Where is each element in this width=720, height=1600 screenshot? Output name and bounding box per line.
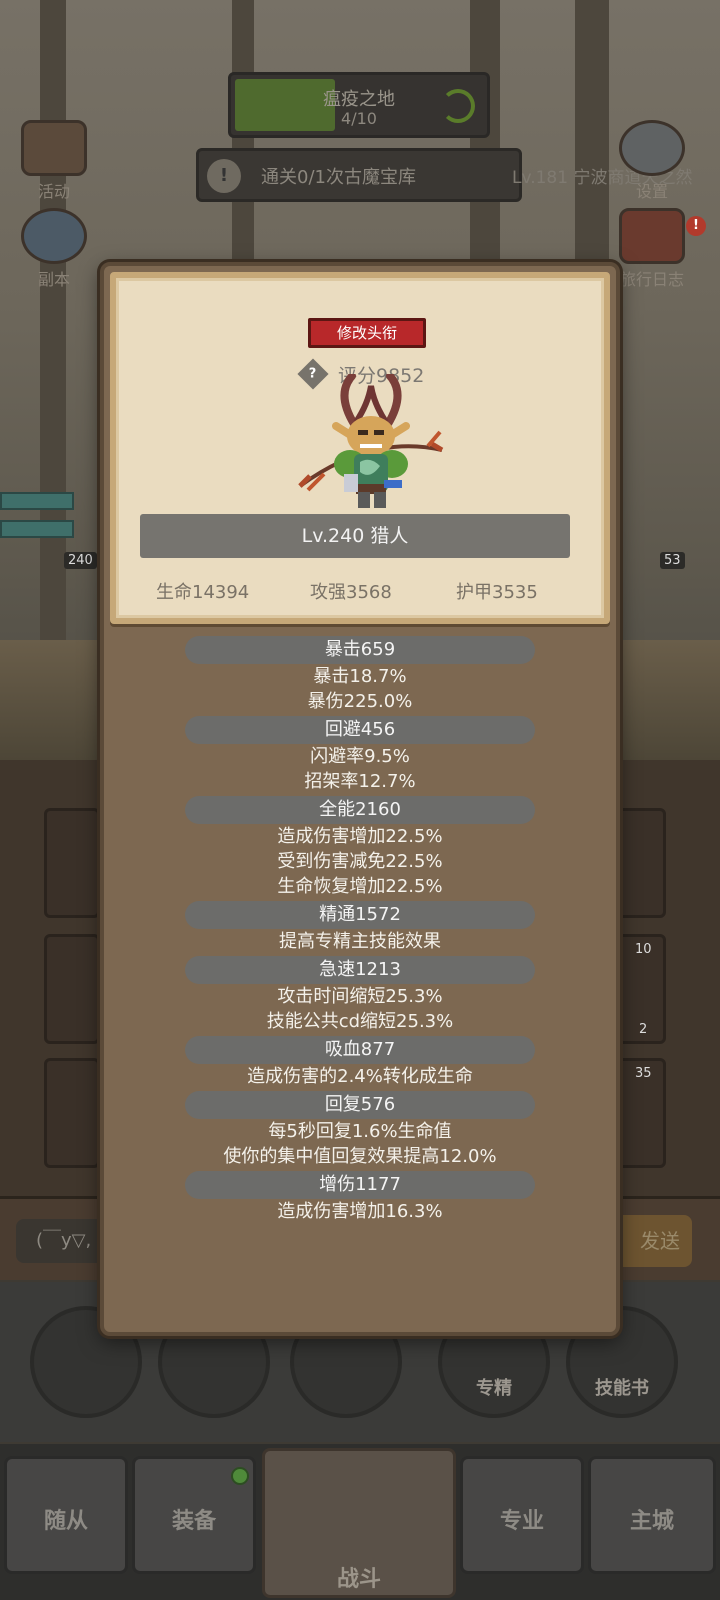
character-card: 修改头衔 ? 评分9852 Lv.240 猎人 生命14394 攻强3568 护… [110,272,610,624]
stat-group: 回避456 闪避率9.5% 招架率12.7% [104,716,616,794]
tab-profession-label: 专业 [499,1509,544,1534]
stat-group: 增伤1177 造成伤害增加16.3% [104,1171,616,1224]
dungeon-button[interactable]: 副本 [14,208,94,290]
stat-header: 增伤1177 [185,1171,535,1199]
stage-indicator[interactable]: 瘟疫之地 4/10 [228,72,490,138]
scroll-icon [21,120,87,176]
card-slot[interactable] [44,934,100,1044]
tab-follower-label: 随从 [43,1509,88,1534]
tab-city-label: 主城 [629,1509,674,1534]
stat-detail: 使你的集中值回复效果提高12.0% [223,1146,497,1167]
stat-group: 暴击659 暴击18.7% 暴伤225.0% [104,636,616,714]
ally-hp-bar [0,520,74,538]
enemy-level: 53 [660,552,685,569]
refresh-icon[interactable] [441,89,475,123]
settings-label: 设置 [635,182,668,201]
settings-button[interactable]: 设置 [612,120,692,202]
stat-detail: 招架率12.7% [304,771,416,792]
hunter-avatar [298,374,444,508]
quest-text: 通关0/1次古魔宝库 [261,167,416,188]
hp-stat: 生命14394 [156,582,250,603]
tab-follower[interactable]: 随从 [4,1456,128,1574]
stat-header: 回避456 [185,716,535,744]
specialization-label: 专精 [476,1378,512,1399]
tree-trunk [40,0,66,640]
armor-stat: 护甲3535 [456,582,538,603]
stat-header: 急速1213 [185,956,535,984]
stat-detail: 闪避率9.5% [310,746,410,767]
travel-log-label: 旅行日志 [619,270,684,289]
secondary-stats-list: 暴击659 暴击18.7% 暴伤225.0% 回避456 闪避率9.5% 招架率12.7%… [104,636,616,1226]
stat-detail: 技能公共cd缩短25.3% [266,1011,454,1032]
card-count: 10 [635,942,652,957]
tab-equipment-label: 装备 [171,1509,216,1534]
stat-detail: 提高专精主技能效果 [279,931,441,952]
stat-detail: 生命恢复增加22.5% [277,876,443,897]
stat-detail: 造成伤害的2.4%转化成生命 [247,1066,473,1087]
stat-detail: 造成伤害增加16.3% [277,1201,443,1222]
attack-stat: 攻强3568 [310,582,392,603]
tab-battle-label: 战斗 [336,1567,381,1592]
stat-detail: 造成伤害增加22.5% [277,826,443,847]
travel-log-button[interactable]: 旅行日志 [612,208,692,290]
stat-header: 全能2160 [185,796,535,824]
card-count: 2 [639,1022,648,1037]
portal-icon [21,208,87,264]
card-slot[interactable] [44,1058,100,1168]
tab-profession[interactable]: 专业 [460,1456,584,1574]
dungeon-label: 副本 [37,270,70,289]
change-title-button[interactable]: 修改头衔 [308,318,426,348]
bottom-tab-bar: 随从 装备 战斗 专业 主城 [0,1444,720,1600]
notification-dot [231,1467,249,1485]
activity-label: 活动 [37,182,70,201]
character-stats-panel: 修改头衔 ? 评分9852 Lv.240 猎人 生命14394 攻强3568 护… [100,262,620,1336]
card-slot[interactable] [44,808,100,918]
gear-icon [619,120,685,176]
stat-group: 回复576 每5秒回复1.6%生命值使你的集中值回复效果提高12.0% [104,1091,616,1169]
stat-detail: 攻击时间缩短25.3% [277,986,443,1007]
stat-header: 吸血877 [185,1036,535,1064]
stat-group: 精通1572 提高专精主技能效果 [104,901,616,954]
stat-header: 暴击659 [185,636,535,664]
stat-detail: 暴伤225.0% [307,691,413,712]
stat-header: 回复576 [185,1091,535,1119]
level-class-bar: Lv.240 猎人 [140,514,570,558]
stat-detail: 受到伤害减免22.5% [277,851,443,872]
tab-battle[interactable]: 战斗 [262,1448,456,1598]
alert-icon: ! [207,159,241,193]
notification-badge: ! [686,216,706,236]
stat-detail: 暴击18.7% [313,666,407,687]
ally-hp-bar [0,492,74,510]
stat-group: 吸血877 造成伤害的2.4%转化成生命 [104,1036,616,1089]
stat-group: 急速1213 攻击时间缩短25.3% 技能公共cd缩短25.3% [104,956,616,1034]
card-count: 35 [635,1066,652,1081]
ally-level: 240 [64,552,97,569]
quest-tracker[interactable]: ! 通关0/1次古魔宝库 [196,148,522,202]
tab-city[interactable]: 主城 [588,1456,716,1574]
book-icon [619,208,685,264]
activity-button[interactable]: 活动 [14,120,94,202]
stat-detail: 每5秒回复1.6%生命值 [268,1121,452,1142]
tab-equipment[interactable]: 装备 [132,1456,256,1574]
skill-book-label: 技能书 [595,1378,649,1399]
stat-group: 全能2160 造成伤害增加22.5% 受到伤害减免22.5% 生命恢复增加22.5% [104,796,616,899]
stat-header: 精通1572 [185,901,535,929]
